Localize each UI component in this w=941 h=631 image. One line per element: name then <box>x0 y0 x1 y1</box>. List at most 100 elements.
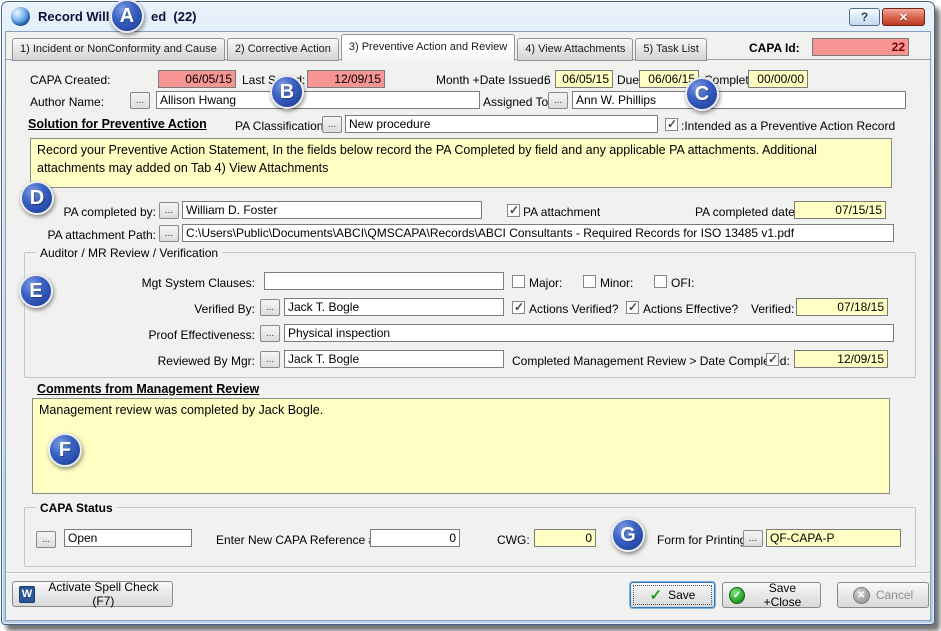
actions-verified-checkbox[interactable] <box>512 301 525 314</box>
app-icon <box>11 7 30 26</box>
month-date-issued-label: Month +Date Issued: <box>436 73 547 87</box>
intended-pa-checkbox[interactable] <box>665 118 678 131</box>
pa-statement-memo[interactable]: Record your Preventive Action Statement,… <box>30 138 892 188</box>
window-title-right: ed (22) <box>151 9 197 24</box>
comments-heading: Comments from Management Review <box>37 382 259 396</box>
last-saved-field[interactable] <box>307 70 385 88</box>
tab-incident-cause[interactable]: 1) Incident or NonConformity and Cause <box>12 38 225 61</box>
capa-id-label: CAPA Id: <box>749 41 800 55</box>
capa-status-lookup-button[interactable]: ... <box>36 531 56 548</box>
save-close-check-icon: ✓ <box>729 587 745 604</box>
pa-classification-field[interactable] <box>345 115 658 133</box>
annotation-badge-d: D <box>20 181 54 215</box>
save-close-button[interactable]: ✓ Save +Close <box>722 582 821 608</box>
screen: Record Will Be ed (22) ? ✕ 1) Incident o… <box>0 0 941 631</box>
cwg-field[interactable] <box>534 529 596 547</box>
footer-divider <box>6 572 930 573</box>
actions-verified-label: Actions Verified? <box>529 302 618 316</box>
mgmt-review-date-field[interactable] <box>794 350 888 368</box>
capa-status-field[interactable] <box>64 529 192 547</box>
capa-created-field[interactable] <box>158 70 236 88</box>
major-checkbox[interactable] <box>512 275 525 288</box>
tab-view-attachments[interactable]: 4) View Attachments <box>517 38 633 61</box>
close-icon: ✕ <box>899 11 908 24</box>
spell-check-label: Activate Spell Check (F7) <box>41 580 166 608</box>
pa-completed-date-label: PA completed date: <box>695 205 798 219</box>
annotation-badge-e: E <box>19 274 53 308</box>
proof-effectiveness-field[interactable] <box>284 324 894 342</box>
capa-id-field[interactable] <box>812 38 909 56</box>
word-icon: W <box>19 586 35 603</box>
pa-classification-lookup-button[interactable]: ... <box>322 116 342 133</box>
cancel-x-icon: ✕ <box>853 587 870 604</box>
solution-heading: Solution for Preventive Action <box>28 117 207 131</box>
annotation-badge-a: A <box>110 0 144 33</box>
save-label: Save <box>668 588 695 602</box>
close-button[interactable]: ✕ <box>882 8 925 26</box>
pa-completed-by-field[interactable] <box>182 201 482 219</box>
tab-task-list[interactable]: 5) Task List <box>635 38 706 61</box>
reviewed-by-mgr-label: Reviewed By Mgr: <box>36 354 255 368</box>
verified-date-label: Verified: <box>751 302 794 316</box>
pa-completed-date-field[interactable] <box>794 201 886 219</box>
annotation-badge-f: F <box>48 433 82 467</box>
pa-classification-label: PA Classification: <box>235 119 327 133</box>
reviewed-by-mgr-lookup-button[interactable]: ... <box>260 351 280 368</box>
save-close-label: Save +Close <box>751 581 814 609</box>
cancel-label: Cancel <box>876 588 913 602</box>
author-lookup-button[interactable]: ... <box>130 92 150 109</box>
cwg-label: CWG: <box>497 533 530 547</box>
app-window: Record Will Be ed (22) ? ✕ 1) Incident o… <box>1 1 935 625</box>
verified-by-field[interactable] <box>284 298 504 316</box>
capa-status-group-label: CAPA Status <box>36 501 117 515</box>
date-issued-field[interactable] <box>555 70 613 88</box>
tab-bar: 1) Incident or NonConformity and Cause 2… <box>12 34 709 61</box>
auditor-review-group-label: Auditor / MR Review / Verification <box>36 246 222 260</box>
pa-attachment-path-lookup-button[interactable]: ... <box>159 225 179 242</box>
completed-mgmt-review-checkbox[interactable] <box>766 353 779 366</box>
author-name-field[interactable] <box>156 91 480 109</box>
pa-attachment-label: PA attachment <box>523 205 600 219</box>
pa-completed-by-lookup-button[interactable]: ... <box>159 202 179 219</box>
mgt-system-clauses-field[interactable] <box>264 272 504 290</box>
author-name-label: Author Name: <box>30 95 104 109</box>
help-button[interactable]: ? <box>849 8 880 26</box>
form-client-area: 1) Incident or NonConformity and Cause 2… <box>5 31 931 621</box>
minor-label: Minor: <box>600 276 633 290</box>
new-capa-reference-label: Enter New CAPA Reference #: <box>216 533 379 547</box>
form-for-printing-field[interactable] <box>766 529 901 547</box>
comments-memo[interactable]: Management review was completed by Jack … <box>32 398 890 494</box>
save-check-icon: ✓ <box>650 588 663 603</box>
pa-attachment-checkbox[interactable] <box>507 204 520 217</box>
intended-pa-label: :Intended as a Preventive Action Record <box>681 119 895 133</box>
new-capa-reference-field[interactable] <box>370 529 460 547</box>
capa-created-label: CAPA Created: <box>30 73 110 87</box>
pa-attachment-path-label: PA attachment Path: <box>16 228 156 242</box>
form-for-printing-lookup-button[interactable]: ... <box>743 530 763 547</box>
major-label: Major: <box>529 276 562 290</box>
verified-date-field[interactable] <box>796 298 888 316</box>
spell-check-button[interactable]: W Activate Spell Check (F7) <box>12 581 173 607</box>
tab-corrective-action[interactable]: 2) Corrective Action <box>227 38 339 61</box>
ofi-label: OFI: <box>671 276 694 290</box>
verified-by-label: Verified By: <box>36 302 255 316</box>
ofi-checkbox[interactable] <box>654 275 667 288</box>
save-button[interactable]: ✓ Save <box>630 582 715 608</box>
completed-field[interactable] <box>748 70 808 88</box>
proof-effectiveness-lookup-button[interactable]: ... <box>260 325 280 342</box>
form-for-printing-label: Form for Printing: <box>657 533 750 547</box>
pa-attachment-path-field[interactable] <box>182 224 894 242</box>
assigned-to-field[interactable] <box>572 91 906 109</box>
annotation-badge-g: G <box>611 518 645 552</box>
verified-by-lookup-button[interactable]: ... <box>260 299 280 316</box>
minor-checkbox[interactable] <box>583 275 596 288</box>
actions-effective-checkbox[interactable] <box>626 301 639 314</box>
cancel-button[interactable]: ✕ Cancel <box>837 582 929 608</box>
reviewed-by-mgr-field[interactable] <box>284 350 504 368</box>
tab-preventive-action[interactable]: 3) Preventive Action and Review <box>341 34 515 61</box>
annotation-badge-b: B <box>270 75 304 109</box>
annotation-badge-c: C <box>685 77 719 111</box>
proof-effectiveness-label: Proof Effectiveness: <box>36 328 255 342</box>
assigned-lookup-button[interactable]: ... <box>548 92 568 109</box>
actions-effective-label: Actions Effective? <box>643 302 738 316</box>
